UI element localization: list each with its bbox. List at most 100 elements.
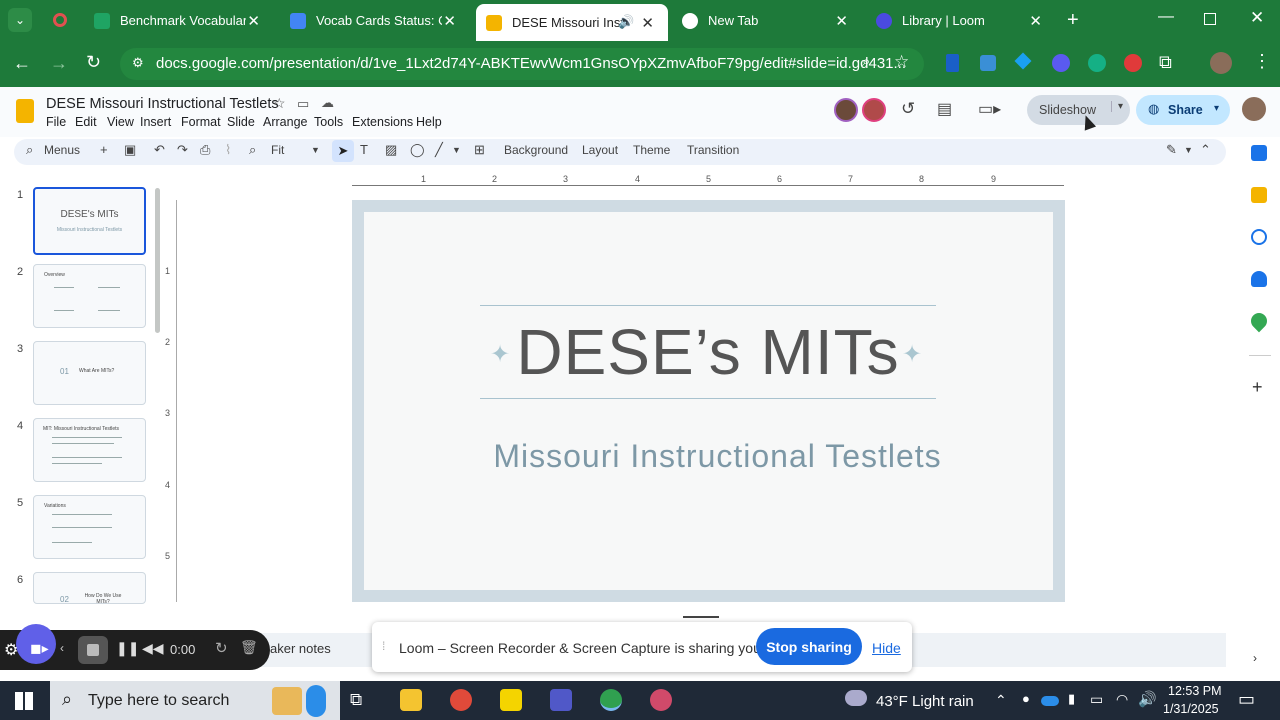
minimize-icon[interactable]: —	[1158, 8, 1174, 26]
paint-format-icon[interactable]: ⌇	[225, 142, 231, 158]
slide-thumbnail[interactable]: 02 How Do We Use MITs?	[33, 572, 146, 604]
tab-new-tab[interactable]: New Tab ✕	[672, 0, 862, 41]
line-dropdown-icon[interactable]: ▼	[452, 145, 461, 155]
undo-icon[interactable]: ↶	[154, 142, 165, 158]
onedrive-icon[interactable]	[1041, 696, 1059, 706]
new-slide-icon[interactable]: +	[100, 142, 108, 157]
close-tab-icon[interactable]: ✕	[1029, 12, 1042, 30]
stop-sharing-button[interactable]: Stop sharing	[756, 628, 862, 665]
menu-arrange[interactable]: Arrange	[263, 115, 307, 129]
address-bar[interactable]: ⚙ docs.google.com/presentation/d/1ve_1Lx…	[120, 48, 924, 80]
document-title[interactable]: DESE Missouri Instructional Testlets	[46, 96, 279, 112]
close-tab-icon[interactable]: ✕	[443, 12, 456, 30]
slide-thumbnail[interactable]: DESE's MITs Missouri Instructional Testl…	[33, 187, 146, 255]
extension-loom-icon[interactable]	[1052, 54, 1070, 72]
loom-accessibility-icon[interactable]: ⚙	[4, 640, 18, 660]
expand-panel-icon[interactable]: ›	[1253, 651, 1257, 665]
slideshow-dropdown-icon[interactable]: ▾	[1111, 101, 1123, 112]
menu-extensions[interactable]: Extensions	[352, 115, 413, 129]
extension-diamond-icon[interactable]	[1014, 52, 1032, 70]
show-hidden-icons[interactable]: ⌃	[995, 692, 1007, 709]
slide-subtitle[interactable]: Missouri Instructional Testlets	[440, 438, 995, 475]
extension-red-icon[interactable]	[1124, 54, 1142, 72]
close-window-icon[interactable]: ✕	[1250, 8, 1264, 28]
weather-text[interactable]: 43°F Light rain	[876, 693, 974, 710]
slide-thumbnail[interactable]: 01 What Are MITs?	[33, 341, 146, 405]
calendar-icon[interactable]	[1251, 145, 1267, 161]
battery-icon[interactable]: ▭	[1090, 691, 1103, 708]
collapse-toolbar-icon[interactable]: ⌃	[1200, 142, 1211, 158]
print-icon[interactable]: ⎙	[200, 142, 210, 158]
tab-library-loom[interactable]: Library | Loom ✕	[866, 0, 1056, 41]
reload-icon[interactable]: ↻	[86, 52, 101, 73]
windows-start-icon[interactable]	[15, 692, 33, 710]
notes-resize-handle[interactable]	[683, 616, 719, 618]
menu-file[interactable]: File	[46, 115, 66, 129]
loom-pause-icon[interactable]: ❚❚	[116, 640, 139, 657]
tab-dese-missouri[interactable]: DESE Missouri Instru 🔊 ✕	[476, 4, 668, 41]
slide-thumbnail[interactable]: Overview	[33, 264, 146, 328]
shape-icon[interactable]: ◯	[410, 142, 425, 158]
drag-handle-icon[interactable]: ⁞	[382, 639, 385, 653]
clock-date[interactable]: 1/31/2025	[1163, 702, 1219, 716]
redo-icon[interactable]: ↷	[177, 142, 188, 158]
weather-icon[interactable]	[845, 690, 867, 706]
teams-icon[interactable]	[550, 689, 572, 711]
image-icon[interactable]: ▨	[385, 142, 397, 158]
move-folder-icon[interactable]: ▭	[297, 96, 309, 112]
menu-view[interactable]: View	[107, 115, 134, 129]
zoom-search-icon[interactable]: ⌕	[862, 53, 870, 70]
tab-search-button[interactable]: ⌄	[8, 8, 32, 32]
back-icon[interactable]: ←	[13, 53, 31, 74]
slides-logo-icon[interactable]	[16, 99, 34, 123]
comment-icon[interactable]: ⊞	[474, 142, 485, 158]
new-tab-icon[interactable]: +	[1067, 9, 1079, 32]
collaborator-avatar[interactable]	[862, 98, 886, 122]
collaborator-avatar[interactable]	[834, 98, 858, 122]
hide-notification-link[interactable]: Hide	[872, 640, 901, 656]
tab-vocab-cards[interactable]: Vocab Cards Status: Co ✕	[280, 0, 470, 41]
audio-playing-icon[interactable]: 🔊	[618, 14, 634, 30]
profile-avatar[interactable]	[1210, 52, 1232, 74]
snipping-tool-icon[interactable]	[650, 689, 672, 711]
extension-grammarly-icon[interactable]	[1088, 54, 1106, 72]
microphone-icon[interactable]: ●	[1022, 691, 1030, 706]
slide-thumbnail[interactable]: Variations	[33, 495, 146, 559]
menu-tools[interactable]: Tools	[314, 115, 343, 129]
close-tab-icon[interactable]: ✕	[247, 12, 260, 30]
text-box-icon[interactable]: T	[360, 142, 368, 157]
slide-title[interactable]: DESE’s MITs	[480, 315, 936, 389]
tasks-icon[interactable]	[1251, 229, 1267, 245]
chrome-menu-icon[interactable]: ⋮	[1253, 51, 1271, 72]
contacts-icon[interactable]	[1251, 271, 1267, 287]
chrome-icon[interactable]	[450, 689, 472, 711]
menu-format[interactable]: Format	[181, 115, 221, 129]
volume-icon[interactable]: 🔊	[1138, 690, 1157, 708]
extensions-puzzle-icon[interactable]: ⧉	[1159, 52, 1172, 73]
wifi-icon[interactable]: ◠	[1116, 691, 1128, 708]
zoom-icon[interactable]: ⌕	[249, 142, 256, 158]
menu-help[interactable]: Help	[416, 115, 442, 129]
site-info-icon[interactable]: ⚙	[132, 55, 144, 71]
search-menus-icon[interactable]: ⌕	[26, 142, 33, 158]
filmstrip-scrollbar[interactable]	[155, 188, 160, 333]
pen-dropdown-icon[interactable]: ▼	[1184, 145, 1193, 155]
bookmark-star-icon[interactable]: ☆	[894, 52, 909, 72]
pen-icon[interactable]: ✎	[1166, 142, 1177, 158]
theme-button[interactable]: Theme	[633, 143, 670, 157]
select-tool-icon[interactable]: ➤	[332, 140, 354, 162]
menu-insert[interactable]: Insert	[140, 115, 171, 129]
comments-icon[interactable]: ▤	[937, 99, 952, 119]
slide-body[interactable]	[364, 212, 1053, 590]
loom-delete-icon[interactable]: 🗑	[240, 639, 258, 656]
cloud-status-icon[interactable]: ☁	[321, 95, 334, 111]
mic-icon[interactable]: ▮	[1068, 691, 1075, 707]
keep-icon[interactable]	[1251, 187, 1267, 203]
slideshow-button[interactable]: Slideshow ▾	[1027, 95, 1130, 125]
sticky-notes-icon[interactable]	[500, 689, 522, 711]
add-addon-icon[interactable]: +	[1252, 377, 1263, 398]
account-avatar[interactable]	[1242, 97, 1266, 121]
search-menus-label[interactable]: Menus	[44, 143, 80, 157]
close-tab-icon[interactable]: ✕	[835, 12, 848, 30]
zoom-select[interactable]: Fit	[271, 143, 284, 157]
